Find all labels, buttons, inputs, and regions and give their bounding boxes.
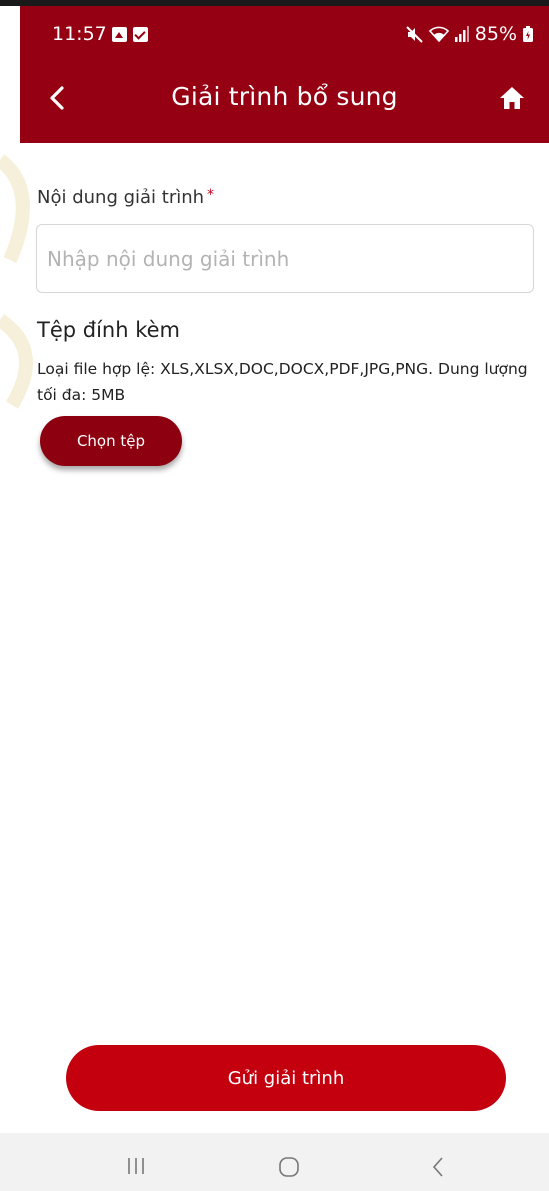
system-home-button[interactable] bbox=[277, 1155, 301, 1179]
recent-apps-button[interactable] bbox=[124, 1156, 148, 1176]
gallery-notification-icon bbox=[112, 27, 127, 42]
submit-explanation-button[interactable]: Gửi giải trình bbox=[66, 1045, 506, 1111]
wifi-icon bbox=[428, 26, 449, 42]
page-title: Giải trình bổ sung bbox=[171, 82, 398, 111]
checkbox-notification-icon bbox=[133, 27, 148, 42]
recent-apps-icon bbox=[128, 1158, 144, 1174]
battery-percent: 85% bbox=[474, 23, 517, 45]
status-indicators: 85% bbox=[406, 23, 533, 45]
status-time: 11:57 bbox=[52, 23, 107, 45]
mute-icon bbox=[406, 25, 423, 43]
status-bar: 11:57 85% bbox=[20, 6, 549, 62]
home-circle-icon bbox=[279, 1157, 299, 1177]
system-nav-bar bbox=[0, 1133, 549, 1191]
system-back-button[interactable] bbox=[428, 1154, 448, 1180]
home-button[interactable] bbox=[497, 83, 527, 113]
home-icon bbox=[500, 87, 524, 109]
attachment-hint: Loại file hợp lệ: XLS,XLSX,DOC,DOCX,PDF,… bbox=[37, 360, 528, 404]
explanation-input[interactable] bbox=[36, 224, 534, 293]
signal-icon bbox=[454, 26, 469, 42]
attachment-title: Tệp đính kèm bbox=[37, 318, 181, 342]
required-mark: * bbox=[207, 187, 215, 203]
app-header: 11:57 85% Giải trình bổ sung bbox=[20, 6, 549, 143]
battery-icon bbox=[523, 26, 533, 42]
explanation-label-text: Nội dung giải trình bbox=[37, 187, 205, 208]
explanation-label: Nội dung giải trình * bbox=[37, 187, 214, 208]
choose-file-button[interactable]: Chọn tệp bbox=[40, 416, 182, 466]
screen: 11:57 85% Giải trình bổ sung Nội dung gi… bbox=[0, 0, 549, 1191]
back-icon bbox=[432, 1157, 443, 1177]
